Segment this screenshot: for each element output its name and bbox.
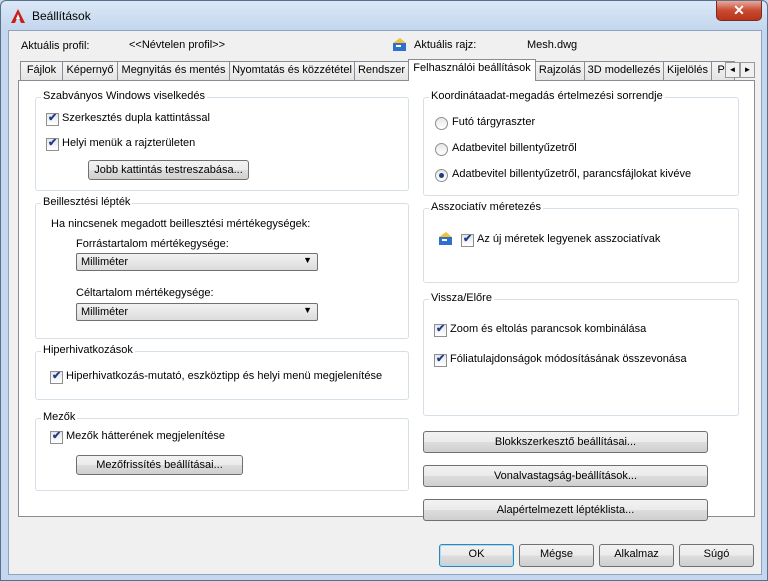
- keyboard-entry-radio[interactable]: [435, 143, 448, 156]
- tab-display[interactable]: Képernyő: [62, 61, 118, 80]
- current-profile-label: Aktuális profil:: [21, 40, 90, 52]
- tab-user-preferences[interactable]: Felhasználói beállítások: [408, 59, 536, 81]
- undo-redo-group: Vissza/Előre ✔ Zoom és eltolás parancsok…: [423, 292, 739, 416]
- windows-behavior-title: Szabványos Windows viselkedés: [41, 90, 208, 102]
- help-button[interactable]: Súgó: [679, 544, 754, 567]
- user-preferences-page: Szabványos Windows viselkedés ✔ Szerkesz…: [18, 80, 755, 521]
- shortcut-menus-label: Helyi menük a rajzterületen: [62, 137, 196, 149]
- double-click-checkbox[interactable]: ✔: [46, 112, 59, 126]
- associative-dimensioning-title: Asszociatív méretezés: [429, 201, 544, 213]
- tab-system[interactable]: Rendszer: [354, 61, 409, 80]
- undo-redo-title: Vissza/Előre: [429, 292, 494, 304]
- current-drawing-label: Aktuális rajz:: [414, 39, 477, 51]
- drawing-icon: [393, 38, 406, 51]
- running-osnap-radio[interactable]: [435, 117, 448, 130]
- chevron-down-icon: ▼: [303, 305, 312, 315]
- source-units-label: Forrástartalom mértékegysége:: [76, 238, 229, 250]
- combine-layer-changes-label: Fóliatulajdonságok módosításának összevo…: [450, 353, 687, 365]
- block-editor-settings-button[interactable]: Blokkszerkesztő beállításai...: [423, 431, 708, 453]
- associative-dimensions-label: Az új méretek legyenek asszociatívak: [477, 233, 661, 245]
- field-background-label: Mezők hátterének megjelenítése: [66, 430, 225, 442]
- hyperlinks-title: Hiperhivatkozások: [41, 344, 135, 356]
- default-scale-list-button[interactable]: Alapértelmezett léptéklista...: [423, 499, 708, 521]
- options-dialog: Beállítások ✕ Aktuális profil: <<Névtele…: [0, 0, 768, 581]
- tab-selection[interactable]: Kijelölés: [663, 61, 712, 80]
- right-click-customization-button[interactable]: Jobb kattintás testreszabása...: [88, 160, 249, 180]
- associative-dimensioning-group: Asszociatív méretezés ✔ Az új méretek le…: [423, 201, 739, 283]
- chevron-down-icon: ▼: [303, 255, 312, 265]
- title-bar[interactable]: Beállítások ✕: [1, 1, 767, 31]
- drawing-icon: [439, 232, 452, 245]
- combine-zoom-pan-checkbox[interactable]: ✔: [434, 323, 447, 337]
- tab-drafting[interactable]: Rajzolás: [535, 61, 585, 80]
- field-update-settings-button[interactable]: Mezőfrissítés beállításai...: [76, 455, 243, 475]
- keyboard-entry-label: Adatbevitel billentyűzetről: [452, 142, 577, 154]
- windows-behavior-group: Szabványos Windows viselkedés ✔ Szerkesz…: [35, 90, 409, 191]
- coordinate-priority-title: Koordinátaadat-megadás értelmezési sorre…: [429, 90, 665, 102]
- tab-files[interactable]: Fájlok: [20, 61, 63, 80]
- field-background-checkbox[interactable]: ✔: [50, 430, 63, 444]
- hyperlink-display-checkbox[interactable]: ✔: [50, 370, 63, 384]
- fields-group: Mezők ✔ Mezők hátterének megjelenítése M…: [35, 411, 409, 491]
- insertion-scale-group: Beillesztési lépték Ha nincsenek megadot…: [35, 196, 409, 339]
- combine-layer-changes-checkbox[interactable]: ✔: [434, 353, 447, 367]
- current-drawing-value: Mesh.dwg: [527, 39, 578, 51]
- tab-scroll-right-button[interactable]: ►: [740, 62, 755, 78]
- ok-button[interactable]: OK: [439, 544, 514, 567]
- apply-button[interactable]: Alkalmaz: [599, 544, 674, 567]
- current-profile-value: <<Névtelen profil>>: [129, 39, 226, 51]
- target-units-label: Céltartalom mértékegysége:: [76, 287, 214, 299]
- running-osnap-label: Futó tárgyraszter: [452, 116, 536, 128]
- tab-scroll-left-button[interactable]: ◄: [725, 62, 740, 78]
- tab-3d-modeling[interactable]: 3D modellezés: [584, 61, 664, 80]
- coordinate-priority-group: Koordinátaadat-megadás értelmezési sorre…: [423, 90, 739, 196]
- keyboard-except-scripts-label: Adatbevitel billentyűzetről, parancsfájl…: [452, 168, 692, 180]
- hyperlink-display-label: Hiperhivatkozás-mutató, eszköztipp és he…: [66, 370, 383, 382]
- insertion-description: Ha nincsenek megadott beillesztési mérté…: [51, 218, 311, 230]
- hyperlinks-group: Hiperhivatkozások ✔ Hiperhivatkozás-muta…: [35, 344, 409, 400]
- tab-plot-publish[interactable]: Nyomtatás és közzététel: [229, 61, 355, 80]
- keyboard-except-scripts-radio[interactable]: [435, 169, 448, 182]
- lineweight-settings-button[interactable]: Vonalvastagság-beállítások...: [423, 465, 708, 487]
- cancel-button[interactable]: Mégse: [519, 544, 594, 567]
- tab-open-save[interactable]: Megnyitás és mentés: [117, 61, 230, 80]
- autocad-app-icon: [11, 9, 25, 23]
- combine-zoom-pan-label: Zoom és eltolás parancsok kombinálása: [450, 323, 647, 335]
- associative-dimensions-checkbox[interactable]: ✔: [461, 233, 474, 247]
- close-button[interactable]: ✕: [716, 1, 762, 21]
- source-units-dropdown[interactable]: Milliméter ▼: [76, 253, 318, 271]
- target-units-dropdown[interactable]: Milliméter ▼: [76, 303, 318, 321]
- double-click-label: Szerkesztés dupla kattintással: [62, 112, 210, 124]
- fields-title: Mezők: [41, 411, 78, 423]
- dialog-body: Aktuális profil: <<Névtelen profil>> Akt…: [8, 30, 762, 575]
- window-title: Beállítások: [32, 9, 91, 23]
- insertion-scale-title: Beillesztési lépték: [41, 196, 133, 208]
- shortcut-menus-checkbox[interactable]: ✔: [46, 137, 59, 151]
